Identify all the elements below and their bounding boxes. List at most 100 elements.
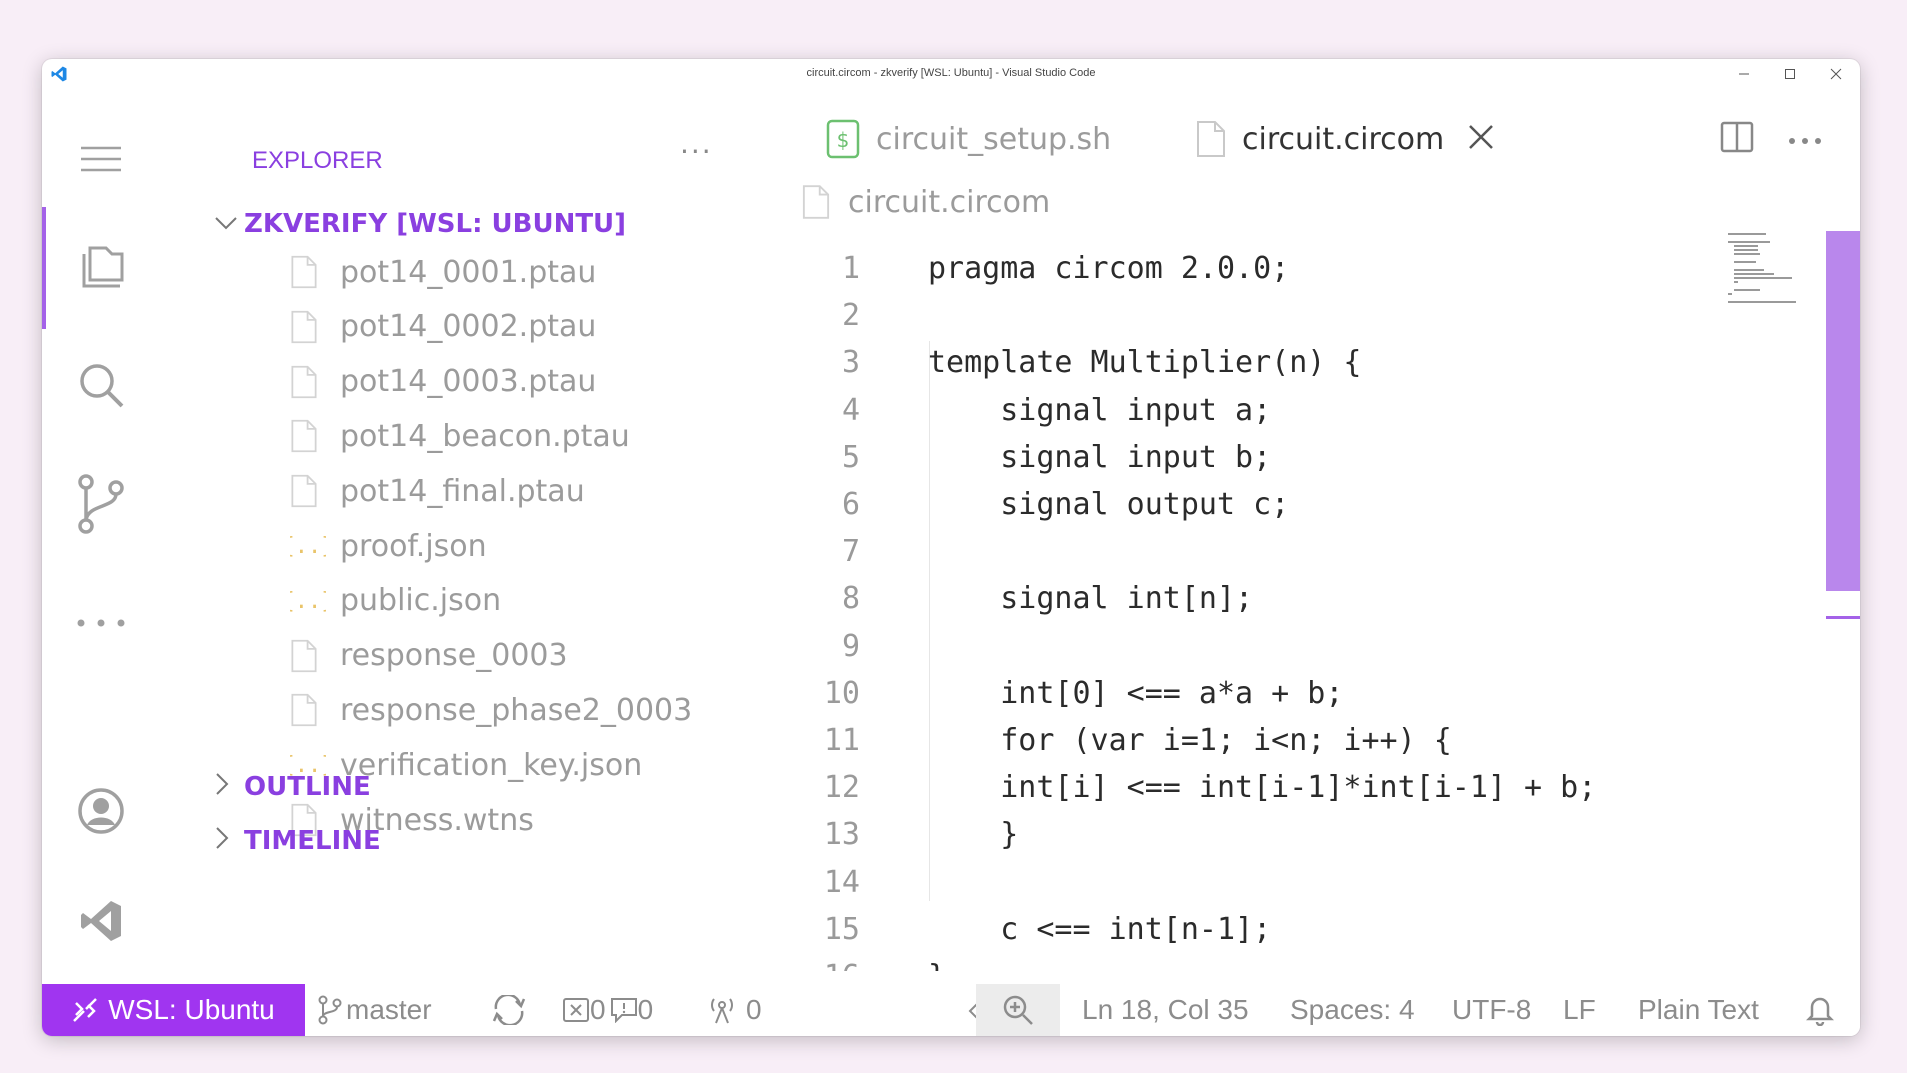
file-item[interactable]: pot14_0003.ptau <box>290 362 596 402</box>
file-item[interactable]: response_phase2_0003 <box>290 690 692 730</box>
accounts-button[interactable] <box>42 771 160 851</box>
cursor-position[interactable]: Ln 18, Col 35 <box>1082 984 1249 1036</box>
file-item[interactable]: pot14_0001.ptau <box>290 252 596 292</box>
maximize-icon <box>1785 69 1795 79</box>
split-editor-button[interactable] <box>1720 121 1754 157</box>
menu-button[interactable] <box>42 119 160 199</box>
breadcrumb[interactable]: circuit.circom <box>802 177 1050 227</box>
close-tab-button[interactable] <box>1468 119 1494 159</box>
code-line[interactable]: 2 <box>760 292 1760 339</box>
warning-icon <box>610 998 637 1023</box>
chevron-down-icon <box>214 212 244 237</box>
tab-circuit-setup[interactable]: $ circuit_setup.sh <box>826 89 1111 189</box>
code-line[interactable]: 11 for (var i=1; i<n; i++) { <box>760 717 1760 764</box>
file-name: verification_key.json <box>340 747 643 783</box>
line-number: 1 <box>841 251 860 286</box>
warning-count: 0 <box>637 994 654 1025</box>
minimap[interactable] <box>1728 231 1828 311</box>
file-name: pot14_final.ptau <box>340 473 585 509</box>
code-text: int[0] <== a*a + b; <box>928 675 1344 711</box>
code-line[interactable]: 4 signal input a; <box>760 387 1760 434</box>
tab-circuit-circom[interactable]: circuit.circom <box>1196 89 1494 189</box>
broadcast-icon <box>711 998 733 1024</box>
code-line[interactable]: 12 int[i] <== int[i-1]*int[i-1] + b; <box>760 764 1760 811</box>
line-number: 13 <box>823 817 860 853</box>
ports-indicator[interactable]: 0 <box>706 984 762 1036</box>
problems-indicator[interactable]: 0 0 <box>562 984 653 1036</box>
code-line[interactable]: 3 template Multiplier(n) { <box>760 339 1760 386</box>
source-control-view-button[interactable] <box>42 464 160 544</box>
more-actions-button[interactable] <box>1788 130 1822 149</box>
remote-indicator[interactable]: WSL: Ubuntu <box>42 984 305 1036</box>
file-item[interactable]: pot14_beacon.ptau <box>290 416 630 456</box>
timeline-section-header[interactable]: TIMELINE <box>214 826 381 856</box>
file-icon <box>290 310 340 344</box>
file-item[interactable]: pot14_final.ptau <box>290 471 585 511</box>
zoom-button[interactable] <box>976 984 1060 1036</box>
notifications-button[interactable] <box>1806 984 1834 1036</box>
outline-section-header[interactable]: OUTLINE <box>214 772 371 802</box>
status-bar: WSL: Ubuntu master 0 0 0 Ln 18, Col 35 S… <box>42 984 1860 1036</box>
file-icon <box>290 693 340 727</box>
bell-icon <box>1806 997 1834 1026</box>
sync-button[interactable] <box>492 984 526 1036</box>
branch-indicator[interactable]: master <box>318 984 432 1036</box>
code-line[interactable]: 5 signal input b; <box>760 434 1760 481</box>
code-line[interactable]: 9 <box>760 623 1760 670</box>
tab-label: circuit.circom <box>1242 121 1445 157</box>
code-line[interactable]: 13 } <box>760 811 1760 858</box>
file-item[interactable]: pot14_0002.ptau <box>290 307 596 347</box>
search-view-button[interactable] <box>42 345 160 425</box>
svg-text:$: $ <box>837 128 850 152</box>
shell-file-icon: $ <box>826 119 860 159</box>
file-item[interactable]: {..} public.json <box>290 581 501 621</box>
line-number: 10 <box>823 675 860 711</box>
code-line[interactable]: 10 int[0] <== a*a + b; <box>760 670 1760 717</box>
line-number: 2 <box>841 298 860 334</box>
file-item[interactable]: {..} proof.json <box>290 526 487 566</box>
code-editor[interactable]: 1 pragma circom 2.0.0; 2 3 template Multipli… <box>760 231 1760 971</box>
editor-scrollbar-thumb[interactable] <box>1826 231 1860 591</box>
scrollbar-cursor-marker <box>1826 616 1860 619</box>
code-line[interactable]: 8 signal int[n]; <box>760 575 1760 622</box>
ellipsis-icon <box>1789 137 1821 144</box>
line-number: 7 <box>841 534 860 570</box>
outline-label: OUTLINE <box>244 772 371 802</box>
close-window-button[interactable] <box>1816 63 1856 85</box>
activity-bar <box>42 89 160 984</box>
more-views-button[interactable] <box>42 583 160 663</box>
indentation-setting[interactable]: Spaces: 4 <box>1290 984 1415 1036</box>
files-icon <box>82 246 124 288</box>
code-text: signal input a; <box>928 392 1272 428</box>
line-number: 11 <box>823 723 860 758</box>
explorer-more-actions[interactable]: ··· <box>680 135 713 168</box>
language-mode[interactable]: Plain Text <box>1638 984 1759 1036</box>
maximize-button[interactable] <box>1770 63 1810 85</box>
vscode-window: circuit.circom - zkverify [WSL: Ubuntu] … <box>42 59 1860 1036</box>
code-line[interactable]: 7 <box>760 528 1760 575</box>
file-name: pot14_beacon.ptau <box>340 418 630 454</box>
branch-label: master <box>346 994 432 1025</box>
file-item[interactable]: response_0003 <box>290 636 568 676</box>
line-number: 8 <box>841 581 860 617</box>
file-name: response_phase2_0003 <box>340 692 693 728</box>
explorer-view-button[interactable] <box>42 207 160 329</box>
remote-label: WSL: Ubuntu <box>108 994 275 1025</box>
encoding-setting[interactable]: UTF-8 <box>1452 984 1531 1036</box>
chevron-right-icon <box>214 772 244 802</box>
code-line[interactable]: 15 c <== int[n-1]; <box>760 906 1760 953</box>
minimize-button[interactable] <box>1724 63 1764 85</box>
eol-setting[interactable]: LF <box>1563 984 1596 1036</box>
ports-count: 0 <box>746 994 762 1025</box>
line-number: 15 <box>823 911 860 947</box>
code-line[interactable]: 16} <box>760 953 1760 971</box>
code-text: } <box>928 817 1019 853</box>
ellipsis-icon <box>77 619 125 627</box>
code-line[interactable]: 1 pragma circom 2.0.0; <box>760 245 1760 292</box>
line-number: 9 <box>841 628 860 664</box>
code-line[interactable]: 6 signal output c; <box>760 481 1760 528</box>
code-text: } <box>928 959 946 971</box>
root-folder-header[interactable]: ZKVERIFY [WSL: UBUNTU] <box>214 209 626 239</box>
code-line[interactable]: 14 <box>760 859 1760 906</box>
vscode-manage-button[interactable] <box>42 881 160 961</box>
